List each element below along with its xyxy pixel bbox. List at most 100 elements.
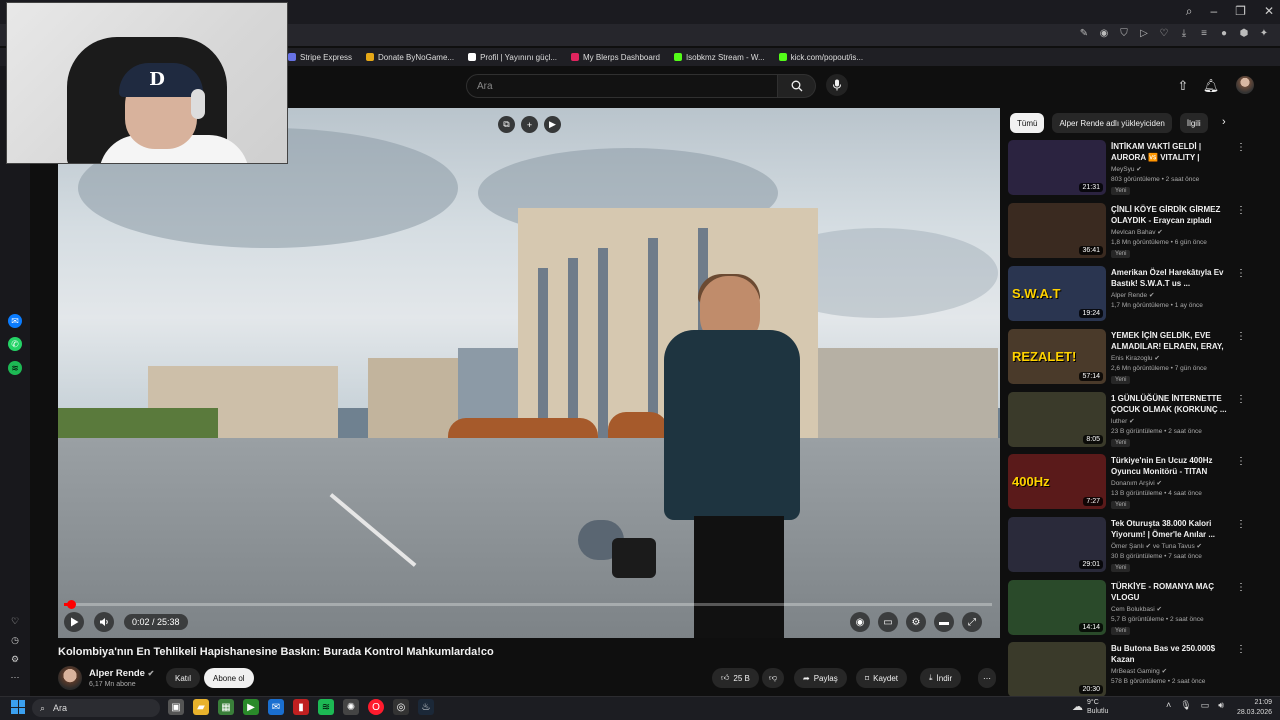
more-vert-icon[interactable]: ⋮ — [1236, 582, 1246, 593]
taskbar-clock[interactable]: 21:09 28.03.2026 — [1232, 698, 1272, 718]
recommendation-item[interactable]: 8:05 1 GÜNLÜĞÜNE İNTERNETTE ÇOCUK OLMAK (… — [1008, 392, 1248, 452]
recommendation-channel[interactable]: MrBeast Gaming ✔ — [1111, 667, 1167, 675]
more-vert-icon[interactable]: ⋮ — [1236, 268, 1246, 279]
settings-icon[interactable]: ⚙ — [9, 654, 21, 666]
recommendation-title[interactable]: Bu Butona Bas ve 250.000$ Kazan — [1111, 643, 1229, 665]
whatsapp-icon[interactable]: ✆ — [8, 337, 22, 351]
recommendation-item[interactable]: S.W.A.T 19:24 Amerikan Özel Harekâtıyla Ev… — [1008, 266, 1248, 326]
file-explorer-icon[interactable]: ▰ — [193, 699, 209, 715]
channel-name[interactable]: Alper Rende ✔ — [89, 668, 154, 679]
network-icon[interactable]: ▭ — [1201, 700, 1210, 711]
search-icon[interactable]: ⌕ — [1186, 4, 1193, 19]
play-icon[interactable]: ▷ — [1138, 28, 1150, 39]
more-vert-icon[interactable]: ⋮ — [1236, 644, 1246, 655]
theater-mode-icon[interactable]: ▬ — [934, 612, 954, 632]
upload-icon[interactable]: ⇧ — [1174, 77, 1192, 95]
recommendation-thumbnail[interactable]: 14:14 — [1008, 580, 1106, 635]
recommendation-thumbnail[interactable]: 21:31 — [1008, 140, 1106, 195]
ai-icon[interactable]: ✦ — [1258, 28, 1270, 39]
minimize-button[interactable]: – — [1210, 4, 1217, 19]
task-view-icon[interactable]: ▣ — [168, 699, 184, 715]
recommendation-item[interactable]: 20:30 Bu Butona Bas ve 250.000$ Kazan MrBe… — [1008, 642, 1248, 702]
bookmark-item[interactable]: Stripe Express — [288, 53, 352, 62]
search-input[interactable]: Ara — [466, 74, 778, 98]
download-icon[interactable]: ⤓ — [1178, 28, 1190, 39]
spotify-icon[interactable]: ≋ — [318, 699, 334, 715]
volume-icon[interactable]: 🔊︎ — [1218, 700, 1224, 711]
add-icon[interactable]: + — [521, 116, 538, 133]
join-button[interactable]: Katıl — [166, 668, 201, 688]
recommendation-item[interactable]: 36:41 ÇİNLİ KÖYE GİRDİK GİRMEZ OLAYDIK - … — [1008, 203, 1248, 263]
settings-icon[interactable]: ⚙ — [906, 612, 926, 632]
recommendation-channel[interactable]: Alper Rende ✔ — [1111, 291, 1154, 299]
picture-in-picture-icon[interactable]: ⧉ — [498, 116, 515, 133]
history-icon[interactable]: ◷ — [9, 635, 21, 647]
record-icon[interactable]: ▶ — [544, 116, 561, 133]
chevron-right-icon[interactable]: › — [1222, 116, 1226, 128]
spotify-icon[interactable]: ≋ — [8, 361, 22, 375]
channel-avatar[interactable] — [58, 666, 82, 690]
recommendation-channel[interactable]: Donanım Arşivi ✔ — [1111, 479, 1162, 487]
recommendation-thumbnail[interactable]: 400Hz 7:27 — [1008, 454, 1106, 509]
bookmark-item[interactable]: My Blerps Dashboard — [571, 53, 660, 62]
recommendation-channel[interactable]: Enis Kirazoglu ✔ — [1111, 354, 1160, 362]
shield-icon[interactable]: ⛉ — [1118, 28, 1130, 39]
user-avatar[interactable] — [1236, 76, 1254, 94]
recommendation-item[interactable]: 29:01 Tek Oturuşta 38.000 Kalori Yiyorum!… — [1008, 517, 1248, 577]
steam-icon[interactable]: ♨ — [418, 699, 434, 715]
bookmark-item[interactable]: Isobkmz Stream - W... — [673, 53, 765, 62]
share-button[interactable]: ➦ Paylaş — [794, 668, 847, 688]
more-vert-icon[interactable]: ⋮ — [1236, 456, 1246, 467]
voice-search-button[interactable] — [826, 74, 848, 96]
notifications-bell-icon[interactable]: 🔔︎ — [1202, 77, 1220, 95]
more-vert-icon[interactable]: ⋮ — [1236, 205, 1246, 216]
more-icon[interactable]: ⋯ — [9, 672, 21, 684]
search-button[interactable] — [778, 74, 816, 98]
recommendation-thumbnail[interactable]: 8:05 — [1008, 392, 1106, 447]
recommendation-thumbnail[interactable]: 29:01 — [1008, 517, 1106, 572]
video-player[interactable] — [58, 108, 1000, 638]
recommendation-thumbnail[interactable]: S.W.A.T 19:24 — [1008, 266, 1106, 321]
progress-knob[interactable] — [67, 600, 76, 609]
heart-icon[interactable]: ♡ — [9, 616, 21, 628]
recommendation-item[interactable]: 14:14 TÜRKİYE - ROMANYA MAÇ VLOGU Cem Bolu… — [1008, 580, 1248, 640]
download-button[interactable]: ⤓ İndir — [920, 668, 962, 688]
profile-icon[interactable]: ● — [1218, 28, 1230, 39]
maximize-button[interactable]: ❐ — [1235, 4, 1246, 19]
bookmark-item[interactable]: Donate ByNoGame... — [366, 53, 454, 62]
opera-icon[interactable]: O — [368, 699, 384, 715]
obs-icon[interactable]: ◎ — [393, 699, 409, 715]
more-vert-icon[interactable]: ⋮ — [1236, 142, 1246, 153]
recommendation-title[interactable]: Amerikan Özel Harekâtıyla Ev Bastık! S.W… — [1111, 267, 1229, 289]
recommendation-title[interactable]: ÇİNLİ KÖYE GİRDİK GİRMEZ OLAYDIK - Erayc… — [1111, 204, 1229, 226]
chatgpt-icon[interactable]: ✺ — [343, 699, 359, 715]
recommendation-title[interactable]: TÜRKİYE - ROMANYA MAÇ VLOGU — [1111, 581, 1229, 603]
bookmark-item[interactable]: kick.com/popout/is... — [778, 53, 863, 62]
recommendation-channel[interactable]: Cem Bolukbasi ✔ — [1111, 605, 1162, 613]
recommendation-channel[interactable]: MeySyu ✔ — [1111, 165, 1142, 173]
taskbar-search[interactable]: ⌕ Ara — [32, 699, 160, 717]
recommendation-item[interactable]: 21:31 İNTİKAM VAKTİ GELDİ | AURORA 🆚 VITA… — [1008, 140, 1248, 200]
recommendation-title[interactable]: 1 GÜNLÜĞÜNE İNTERNETTE ÇOCUK OLMAK (KORK… — [1111, 393, 1229, 415]
recommendation-channel[interactable]: luther ✔ — [1111, 417, 1135, 425]
recommendation-channel[interactable]: Ömer Şanlı ✔ ve Tuna Tavus ✔ — [1111, 542, 1202, 550]
bookmark-item[interactable]: Profil | Yayınını güçl... — [468, 53, 557, 62]
mail-icon[interactable]: ✉ — [268, 699, 284, 715]
recommendation-thumbnail[interactable]: 36:41 — [1008, 203, 1106, 258]
more-vert-icon[interactable]: ⋮ — [1236, 331, 1246, 342]
app-icon[interactable]: ▮ — [293, 699, 309, 715]
more-vert-icon[interactable]: ⋮ — [1236, 394, 1246, 405]
recommendation-channel[interactable]: Mevlcan Bahav ✔ — [1111, 228, 1163, 236]
spreadsheet-icon[interactable]: ▦ — [218, 699, 234, 715]
messenger-icon[interactable]: ✉ — [8, 314, 22, 328]
dislike-button[interactable]: 👎︎ — [762, 668, 785, 688]
recommendation-title[interactable]: YEMEK İÇİN GELDİK, EVE ALMADILAR! ELRAEN… — [1111, 330, 1229, 352]
recommendation-thumbnail[interactable]: REZALET! 57:14 — [1008, 329, 1106, 384]
camera-icon[interactable]: ◉ — [1098, 28, 1110, 39]
chip-all[interactable]: Tümü — [1010, 113, 1045, 133]
save-button[interactable]: ⌑ Kaydet — [856, 668, 908, 688]
like-button[interactable]: 👍︎ 25 B — [712, 668, 759, 688]
edit-icon[interactable]: ✎ — [1078, 28, 1090, 39]
progress-bar[interactable] — [64, 600, 992, 609]
more-actions-button[interactable]: ⋯ — [978, 668, 996, 688]
